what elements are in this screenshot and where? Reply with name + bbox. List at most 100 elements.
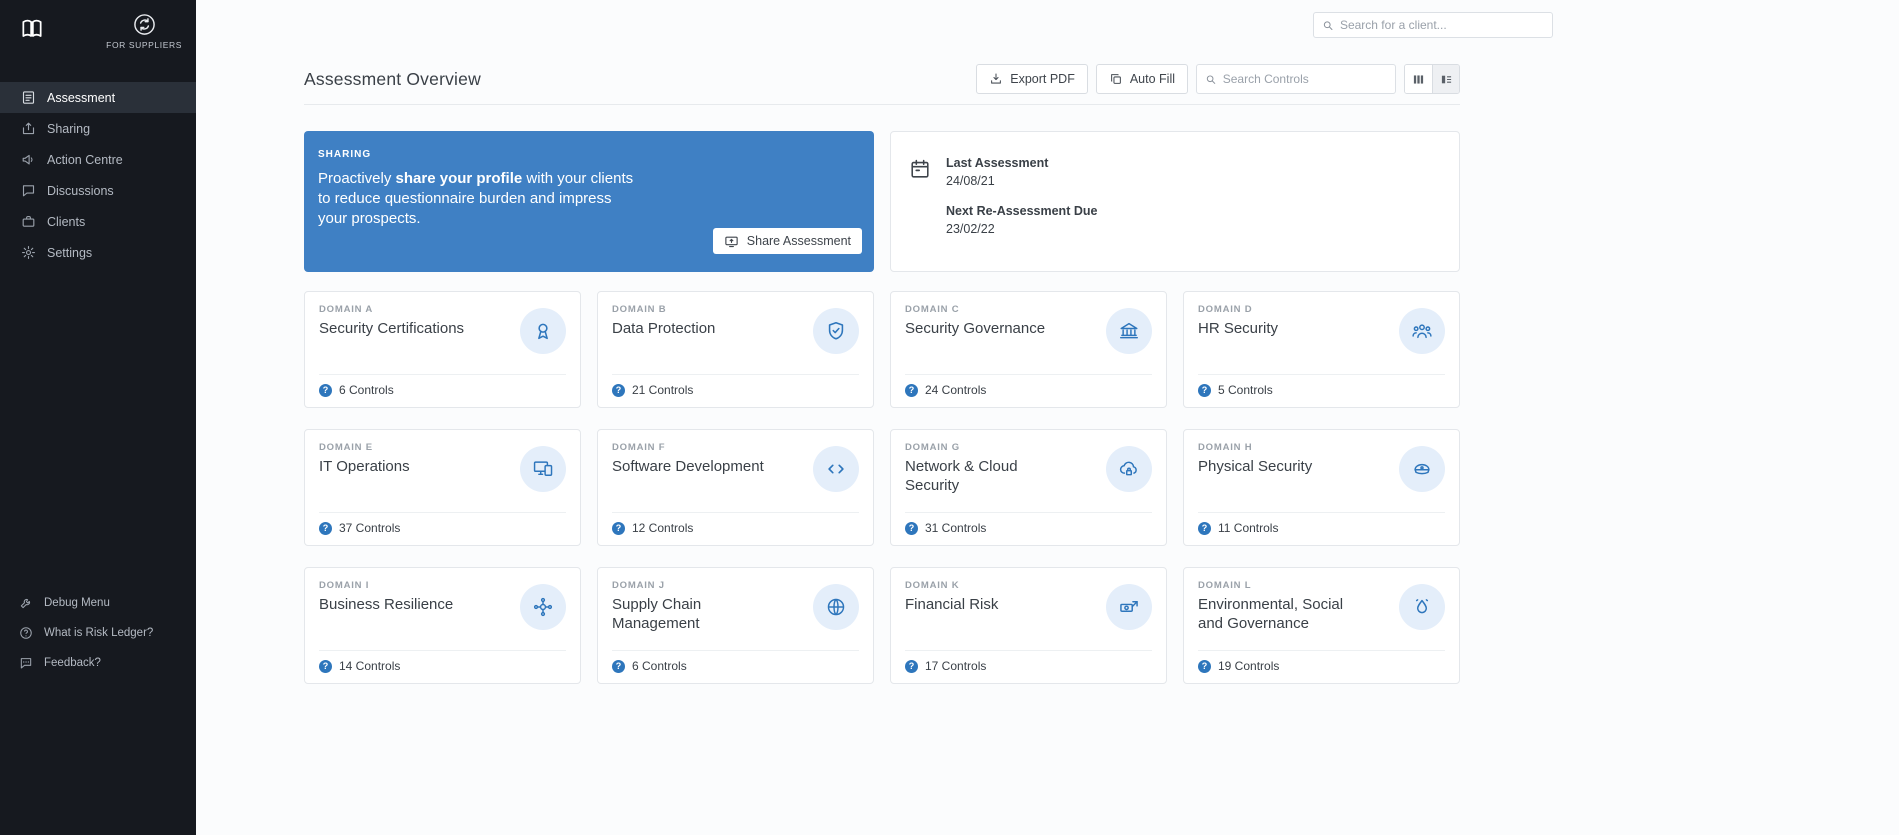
auto-fill-button[interactable]: Auto Fill: [1095, 64, 1188, 94]
controls-help-icon: ?: [319, 659, 332, 673]
code-icon: [813, 446, 859, 492]
eco-drop-icon: [1399, 584, 1445, 630]
client-search: [1313, 12, 1553, 38]
view-toggle: [1404, 64, 1460, 94]
controls-count: 12 Controls: [632, 521, 694, 535]
controls-count: 24 Controls: [925, 383, 987, 397]
export-pdf-button[interactable]: Export PDF: [976, 64, 1088, 94]
domain-card-physical-security[interactable]: DOMAIN H Physical Security ? 11 Controls: [1183, 429, 1460, 546]
controls-help-icon: ?: [612, 521, 625, 535]
domain-card-supply-chain-management[interactable]: DOMAIN J Supply Chain Management ? 6 Cont…: [597, 567, 874, 684]
brand-tagline: FOR SUPPLIERS: [106, 40, 182, 50]
last-assessment-label: Last Assessment: [946, 156, 1049, 170]
help-circle-icon: [20, 627, 32, 639]
last-assessment: Last Assessment 24/08/21: [946, 156, 1097, 188]
sidebar-item-discussions[interactable]: Discussions: [0, 175, 196, 206]
domain-code: DOMAIN I: [319, 580, 370, 591]
sidebar-item-label: Assessment: [47, 90, 116, 105]
dates-text: Last Assessment 24/08/21 Next Re-Assessm…: [946, 156, 1097, 247]
next-reassessment-value: 23/02/22: [946, 222, 995, 236]
banner-row: SHARING Proactively share your profile w…: [304, 131, 1460, 272]
domain-code: DOMAIN B: [612, 304, 667, 315]
org-network-icon: [520, 584, 566, 630]
sidebar-item-debug-menu[interactable]: Debug Menu: [0, 588, 196, 618]
auto-fill-icon: [1110, 74, 1121, 84]
page-header: Assessment Overview Export PDF Auto Fill: [304, 60, 1460, 98]
sidebar-item-label: Discussions: [47, 183, 114, 198]
header-actions: Export PDF Auto Fill: [976, 64, 1460, 94]
domain-card-security-certifications[interactable]: DOMAIN A Security Certifications ? 6 Cont…: [304, 291, 581, 408]
controls-help-icon: ?: [1198, 659, 1211, 673]
sidebar-item-label: Sharing: [47, 121, 91, 136]
domain-card-software-development[interactable]: DOMAIN F Software Development ? 12 Contro…: [597, 429, 874, 546]
controls-count: 17 Controls: [925, 659, 987, 673]
money-transfer-icon: [1106, 584, 1152, 630]
domain-card-it-operations[interactable]: DOMAIN E IT Operations ? 37 Controls: [304, 429, 581, 546]
columns-view-icon: [1413, 74, 1424, 84]
controls-help-icon: ?: [905, 383, 918, 397]
sidebar-item-label: Action Centre: [47, 152, 123, 167]
sidebar-header: FOR SUPPLIERS: [0, 0, 196, 56]
last-assessment-value: 24/08/21: [946, 174, 995, 188]
sidebar-item-clients[interactable]: Clients: [0, 206, 196, 237]
controls-help-icon: ?: [905, 521, 918, 535]
domain-card-hr-security[interactable]: DOMAIN D HR Security ? 5 Controls: [1183, 291, 1460, 408]
sharing-text: Proactively share your profile with your…: [318, 170, 634, 227]
sidebar-item-what-is-risk-ledger[interactable]: What is Risk Ledger?: [0, 618, 196, 648]
domain-title: Supply Chain Management: [612, 596, 702, 632]
briefcase-icon: [22, 215, 35, 227]
share-assessment-button[interactable]: Share Assessment: [712, 228, 862, 254]
domain-card-data-protection[interactable]: DOMAIN B Data Protection ? 21 Controls: [597, 291, 874, 408]
controls-search: [1196, 64, 1396, 94]
controls-count: 21 Controls: [632, 383, 694, 397]
grid-view-button[interactable]: [1405, 65, 1432, 93]
wrench-icon: [20, 598, 31, 609]
domain-card-security-governance[interactable]: DOMAIN C Security Governance ? 24 Control…: [890, 291, 1167, 408]
share-assessment-label: Share Assessment: [746, 234, 851, 248]
sidebar-item-feedback[interactable]: Feedback?: [0, 648, 196, 678]
domain-code: DOMAIN L: [1198, 580, 1252, 591]
domain-card-esg[interactable]: DOMAIN L Environmental, Social and Gover…: [1183, 567, 1460, 684]
list-view-button[interactable]: [1432, 65, 1459, 93]
chat-icon: [22, 185, 35, 197]
domain-code: DOMAIN J: [612, 580, 665, 591]
domain-title: Environmental, Social and Governance: [1198, 596, 1344, 632]
sharing-banner: SHARING Proactively share your profile w…: [304, 131, 874, 272]
sidebar-item-label: Debug Menu: [44, 597, 110, 609]
controls-help-icon: ?: [1198, 383, 1211, 397]
controls-search-input[interactable]: [1222, 72, 1387, 86]
sidebar-item-settings[interactable]: Settings: [0, 237, 196, 268]
controls-help-icon: ?: [612, 383, 625, 397]
controls-count: 31 Controls: [925, 521, 987, 535]
domain-code: DOMAIN F: [612, 442, 666, 453]
sidebar-item-label: Feedback?: [44, 657, 101, 669]
domain-title: Network & Cloud Security: [905, 458, 1018, 494]
client-search-input[interactable]: [1339, 18, 1544, 32]
sidebar-item-label: What is Risk Ledger?: [44, 627, 154, 639]
globe-icon: [813, 584, 859, 630]
shield-check-icon: [813, 308, 859, 354]
controls-count: 6 Controls: [339, 383, 394, 397]
list-view-icon: [1441, 75, 1451, 83]
sidebar-nav: Assessment Sharing Action Centre Discuss…: [0, 82, 196, 268]
domain-cards-grid: DOMAIN A Security Certifications ? 6 Cont…: [304, 291, 1460, 704]
topbar: [196, 0, 1899, 50]
document-icon: [22, 91, 35, 104]
sidebar-item-sharing[interactable]: Sharing: [0, 113, 196, 144]
controls-count: 37 Controls: [339, 521, 401, 535]
domain-card-network-cloud-security[interactable]: DOMAIN G Network & Cloud Security ? 31 Co…: [890, 429, 1167, 546]
cloud-icon: [1106, 446, 1152, 492]
domain-card-financial-risk[interactable]: DOMAIN K Financial Risk ? 17 Controls: [890, 567, 1167, 684]
download-icon: [991, 73, 1002, 84]
domain-card-business-resilience[interactable]: DOMAIN I Business Resilience ? 14 Control…: [304, 567, 581, 684]
domain-title: Business Resilience: [319, 596, 454, 613]
domain-code: DOMAIN K: [905, 580, 960, 591]
sidebar-item-action-centre[interactable]: Action Centre: [0, 144, 196, 175]
bank-icon: [1106, 308, 1152, 354]
sharing-eyebrow: SHARING: [318, 149, 372, 160]
sidebar-item-assessment[interactable]: Assessment: [0, 82, 196, 113]
domain-title: IT Operations: [319, 458, 410, 475]
sidebar-item-label: Settings: [47, 245, 93, 260]
controls-count: 14 Controls: [339, 659, 401, 673]
controls-help-icon: ?: [319, 383, 332, 397]
